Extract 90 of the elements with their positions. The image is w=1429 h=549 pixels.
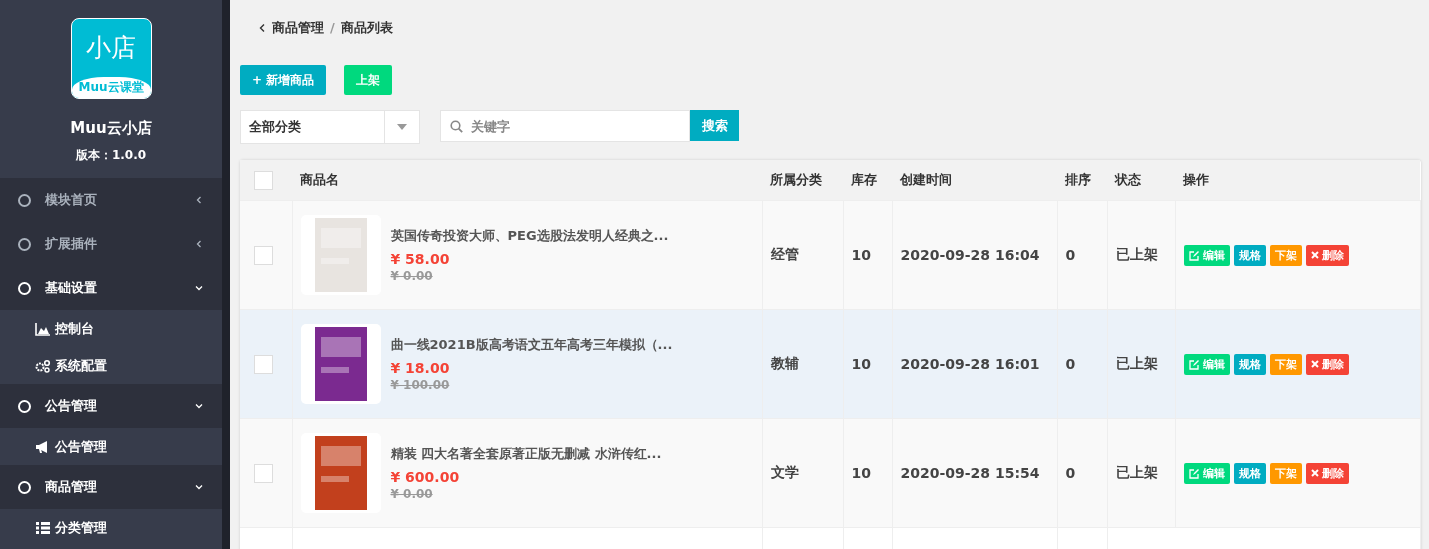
delete-button[interactable]: 删除 (1305, 462, 1349, 484)
chevron-left-icon (194, 195, 204, 205)
column-header: 创建时间 (900, 172, 952, 187)
menu-group[interactable]: 商品管理 (0, 465, 222, 509)
add-product-button[interactable]: + 新增商品 (240, 65, 327, 95)
breadcrumb-item[interactable]: 商品管理 (272, 18, 324, 37)
category-cell: 经管 (770, 246, 799, 262)
logo-title: 小店 (86, 32, 136, 64)
checkbox[interactable] (254, 463, 273, 483)
version-label: 版本：1.0.0 (75, 147, 147, 164)
category-select[interactable]: 全部分类 (240, 110, 420, 144)
sort-cell: 0 (1065, 247, 1076, 263)
circle-icon (18, 281, 31, 295)
original-price: ¥ 100.00 (390, 378, 451, 392)
breadcrumb-separator: / (330, 20, 335, 35)
unpublish-button[interactable]: 下架 (1269, 244, 1302, 266)
circle-icon (18, 480, 31, 494)
specs-button[interactable]: 规格 (1233, 462, 1266, 484)
circle-icon (18, 193, 31, 207)
menu-group[interactable]: 扩展插件 (0, 222, 222, 266)
stock-cell: 10 (851, 356, 871, 372)
edit-icon (1188, 467, 1200, 479)
app-name: Muu云小店 (70, 119, 152, 138)
product-name: 精装 四大名著全套原著正版无删减 水浒传红... (390, 445, 662, 463)
menu-group[interactable]: 基础设置 (0, 266, 222, 310)
sort-cell: 0 (1065, 356, 1076, 372)
column-header: 操作 (1183, 172, 1209, 187)
edit-icon (1188, 358, 1200, 370)
status-cell: 已上架 (1115, 464, 1158, 480)
menu-group[interactable]: 模块首页 (0, 178, 222, 222)
status-cell: 已上架 (1115, 246, 1158, 262)
chevron-down-icon (194, 283, 204, 293)
menu-item[interactable]: 控制台 (55, 319, 94, 338)
stock-cell: 10 (851, 465, 871, 481)
original-price: ¥ 0.00 (390, 487, 434, 501)
menu-item[interactable]: 公告管理 (55, 437, 107, 456)
caret-icon (397, 124, 407, 130)
price: ¥ 600.00 (390, 469, 461, 485)
status-cell: 已上架 (1115, 355, 1158, 371)
list-icon (35, 520, 51, 535)
close-icon (1310, 469, 1319, 477)
date-cell: 2020-09-28 16:04 (900, 247, 1040, 263)
unpublish-button[interactable]: 下架 (1269, 462, 1302, 484)
scrollbar[interactable] (222, 0, 230, 549)
unpublish-button[interactable]: 下架 (1269, 353, 1302, 375)
specs-button[interactable]: 规格 (1233, 244, 1266, 266)
chevron-down-icon (194, 482, 204, 492)
menu-group[interactable]: 公告管理 (0, 384, 222, 428)
edit-button[interactable]: 编辑 (1183, 244, 1230, 266)
checkbox[interactable] (254, 354, 273, 374)
delete-button[interactable]: 删除 (1305, 353, 1349, 375)
column-header: 排序 (1065, 172, 1091, 187)
stock-cell: 10 (851, 247, 871, 263)
price: ¥ 58.00 (390, 251, 451, 267)
edit-button[interactable]: 编辑 (1183, 353, 1230, 375)
search-button[interactable]: 搜索 (690, 110, 739, 141)
publish-button[interactable]: 上架 (344, 65, 393, 95)
column-header: 所属分类 (770, 172, 822, 187)
column-header: 商品名 (300, 172, 339, 187)
close-icon (1310, 360, 1319, 368)
circle-icon (18, 237, 31, 251)
area-chart-icon (35, 321, 51, 336)
original-price: ¥ 0.00 (390, 269, 434, 283)
chevron-left-icon (194, 239, 204, 249)
menu-item[interactable]: 系统配置 (55, 356, 107, 375)
product-name: 曲一线2021B版高考语文五年高考三年模拟（... (390, 336, 673, 354)
column-header: 状态 (1115, 172, 1141, 187)
edit-icon (1188, 249, 1200, 261)
close-icon (1310, 251, 1319, 259)
edit-button[interactable]: 编辑 (1183, 462, 1230, 484)
menu-item[interactable]: 分类管理 (55, 518, 107, 537)
chevron-down-icon (194, 401, 204, 411)
category-cell: 教辅 (770, 355, 799, 371)
delete-button[interactable]: 删除 (1305, 244, 1349, 266)
sort-cell: 0 (1065, 465, 1076, 481)
product-name: 英国传奇投资大师、PEG选股法发明人经典之... (390, 227, 669, 245)
category-cell: 文学 (770, 464, 799, 480)
search-field[interactable]: 关键字 (440, 110, 690, 142)
specs-button[interactable]: 规格 (1233, 353, 1266, 375)
price: ¥ 18.00 (390, 360, 451, 376)
checkbox[interactable] (254, 170, 273, 190)
breadcrumb-item: 商品列表 (340, 18, 393, 37)
back-icon[interactable] (258, 22, 266, 33)
gears-icon (35, 358, 51, 373)
logo-subtitle: Muu云课堂 (71, 77, 151, 98)
column-header: 库存 (851, 172, 877, 187)
date-cell: 2020-09-28 15:54 (900, 465, 1040, 481)
checkbox[interactable] (254, 245, 273, 265)
circle-icon (18, 399, 31, 413)
date-cell: 2020-09-28 16:01 (900, 356, 1040, 372)
